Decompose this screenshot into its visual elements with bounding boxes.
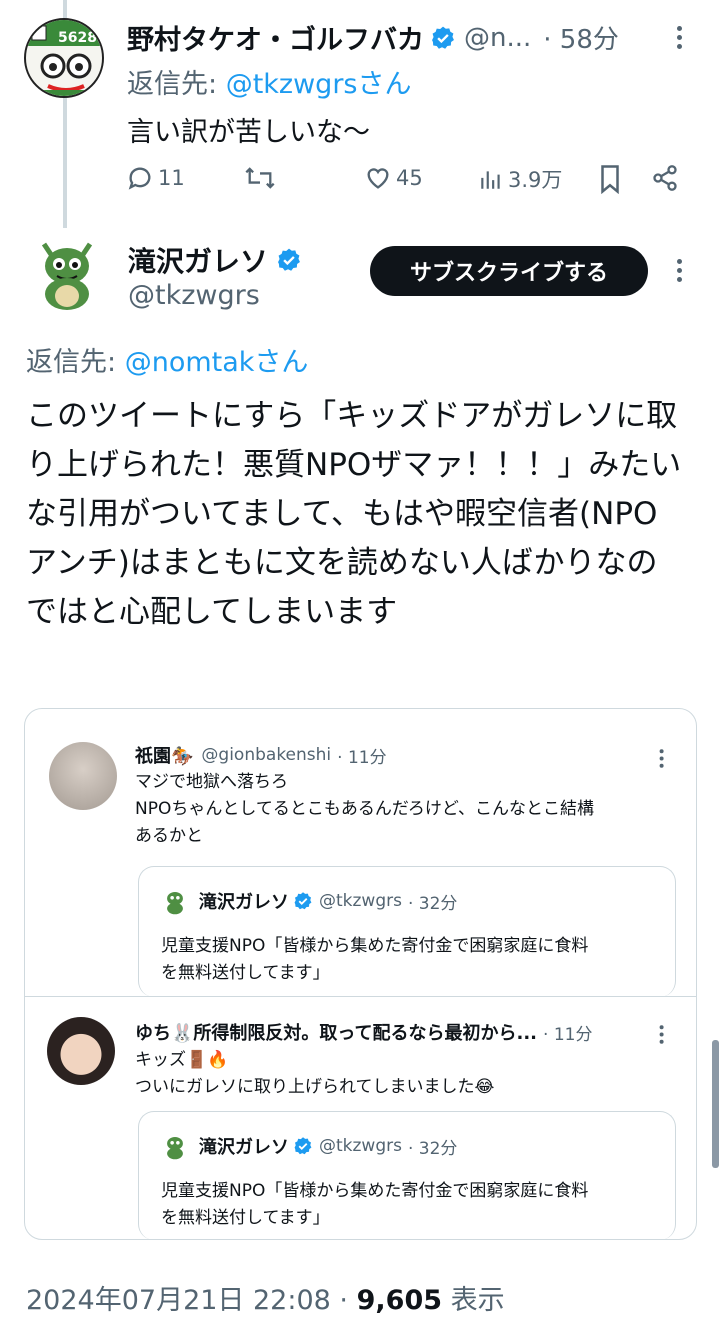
avatar[interactable] <box>28 234 106 312</box>
dragon-avatar-icon <box>167 892 183 915</box>
quote-time[interactable]: · 11分 <box>543 1020 592 1045</box>
more-options-icon[interactable] <box>659 746 665 771</box>
quote-text-line: ついにガレソに取り上げられてしまいました😂 <box>135 1077 495 1097</box>
reply-to-mention[interactable]: @nomtakさん <box>125 347 309 378</box>
retweet-icon <box>245 167 275 189</box>
quoted-tweet-card[interactable]: 滝沢ガレソ @tkzwgrs · 32分 児童支援NPO「皆様から集めた寄付金で… <box>138 1111 676 1239</box>
quoted-text-line: を無料送付してます」 <box>161 963 330 983</box>
verified-badge-icon <box>432 26 454 49</box>
quoted-text-line: 児童支援NPO「皆様から集めた寄付金で困窮家庭に食料 <box>161 1181 589 1201</box>
reply-to-mention[interactable]: @tkzwgrsさん <box>226 69 412 100</box>
share-icon <box>653 165 677 191</box>
quoted-author-name[interactable]: 滝沢ガレソ <box>199 1133 289 1159</box>
quoted-text-line: を無料送付してます」 <box>161 1208 330 1228</box>
quoted-tweet-card[interactable]: 滝沢ガレソ @tkzwgrs · 32分 児童支援NPO「皆様から集めた寄付金で… <box>138 866 676 997</box>
quoted-time[interactable]: · 32分 <box>408 889 457 914</box>
views-count: 9,605 <box>356 1285 443 1316</box>
reply-to-prefix: 返信先: <box>127 69 218 100</box>
author-handle[interactable]: @tkzwgrs <box>128 280 260 311</box>
quoted-author-handle[interactable]: @tkzwgrs <box>319 891 402 911</box>
quote-item[interactable]: ゆち🐰所得制限反対。取って配るなら最初から... · 11分 キッズ🚪🔥 ついに… <box>25 997 696 1239</box>
dragon-avatar-icon <box>167 1137 183 1160</box>
more-options-icon[interactable] <box>677 22 683 53</box>
verified-badge-icon <box>294 1137 312 1155</box>
more-options-icon[interactable] <box>677 255 683 286</box>
quoted-author-name[interactable]: 滝沢ガレソ <box>199 888 289 914</box>
reply-handle[interactable]: @n... <box>464 23 531 53</box>
quoted-time[interactable]: · 32分 <box>408 1134 457 1159</box>
reply-display-name[interactable]: 野村タケオ・ゴルフバカ <box>127 18 424 57</box>
bookmark-icon <box>601 165 619 194</box>
quote-author-name[interactable]: 祇園🏇 <box>135 742 193 768</box>
heart-icon <box>367 168 389 189</box>
tweet-timestamp: 2024年07月21日 22:08 · 9,605 表示 <box>26 1278 505 1317</box>
quoted-author-handle[interactable]: @tkzwgrs <box>319 1136 402 1156</box>
author-display-name[interactable]: 滝沢ガレソ <box>128 240 268 280</box>
like-button[interactable]: 45 <box>364 164 423 192</box>
dragon-avatar-icon <box>41 242 93 310</box>
quoted-text-line: 児童支援NPO「皆様から集めた寄付金で困窮家庭に食料 <box>161 936 589 956</box>
verified-badge-icon <box>278 248 300 271</box>
quote-text-line: キッズ🚪🔥 <box>135 1050 229 1070</box>
share-button[interactable] <box>651 164 679 192</box>
timestamp-text[interactable]: 2024年07月21日 22:08 <box>26 1285 331 1316</box>
quote-time[interactable]: · 11分 <box>337 743 386 768</box>
retweet-button[interactable] <box>244 164 276 192</box>
quote-text-line: マジで地獄へ落ちろ <box>135 772 288 792</box>
bar-chart-icon <box>481 171 500 189</box>
scrollbar[interactable] <box>712 1040 719 1168</box>
separator: · <box>339 1285 349 1316</box>
avatar[interactable] <box>49 742 117 810</box>
reply-to-prefix: 返信先: <box>26 347 117 378</box>
reply-count: 11 <box>158 166 185 190</box>
reply-time[interactable]: · 58分 <box>543 19 619 56</box>
reply-text: 言い訳が苦しいな〜 <box>127 117 370 148</box>
more-options-icon[interactable] <box>659 1022 665 1047</box>
avatar[interactable]: 5628 <box>24 18 104 98</box>
reply-icon <box>128 167 151 190</box>
quote-text-line: あるかと <box>135 826 203 846</box>
views-button[interactable]: 3.9万 <box>478 164 562 194</box>
quote-author-handle[interactable]: @gionbakenshi <box>201 745 331 765</box>
quote-text-line: NPOちゃんとしてるとこもあるんだろけど、こんなとこ結構 <box>135 799 594 819</box>
quote-item[interactable]: 祇園🏇 @gionbakenshi · 11分 マジで地獄へ落ちろ NPOちゃん… <box>25 709 696 997</box>
views-label: 表示 <box>450 1285 505 1316</box>
cartoon-face-icon: 5628 <box>26 20 102 96</box>
bookmark-button[interactable] <box>597 164 623 194</box>
reply-button[interactable]: 11 <box>126 164 185 192</box>
avatar[interactable] <box>47 1017 115 1085</box>
views-count: 3.9万 <box>508 168 563 192</box>
subscribe-button[interactable]: サブスクライブする <box>370 246 648 296</box>
quote-author-name[interactable]: ゆち🐰所得制限反対。取って配るなら最初から... <box>135 1019 537 1045</box>
svg-text:5628: 5628 <box>58 30 97 46</box>
verified-badge-icon <box>294 892 312 910</box>
quote-tweets-list: 祇園🏇 @gionbakenshi · 11分 マジで地獄へ落ちろ NPOちゃん… <box>24 708 697 1240</box>
like-count: 45 <box>396 166 423 190</box>
tweet-text: このツイートにすら「キッズドアがガレソに取り上げられた！悪質NPOザマァ！！！」… <box>26 398 682 630</box>
